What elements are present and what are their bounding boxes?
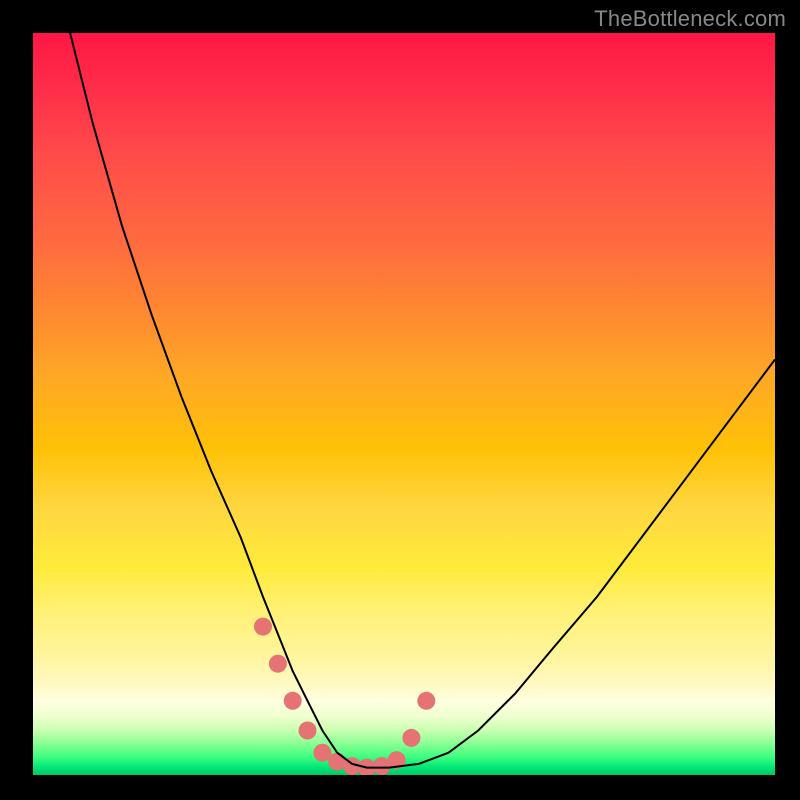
chart-svg [33,33,775,775]
highlight-dot [284,692,302,710]
chart-plot-area [33,33,775,775]
highlight-dot [417,692,435,710]
highlight-dot [402,729,420,747]
highlight-dot [299,722,317,740]
highlight-dot [269,655,287,673]
highlight-dot [254,618,272,636]
watermark-text: TheBottleneck.com [594,6,786,32]
bottleneck-curve [70,33,775,768]
